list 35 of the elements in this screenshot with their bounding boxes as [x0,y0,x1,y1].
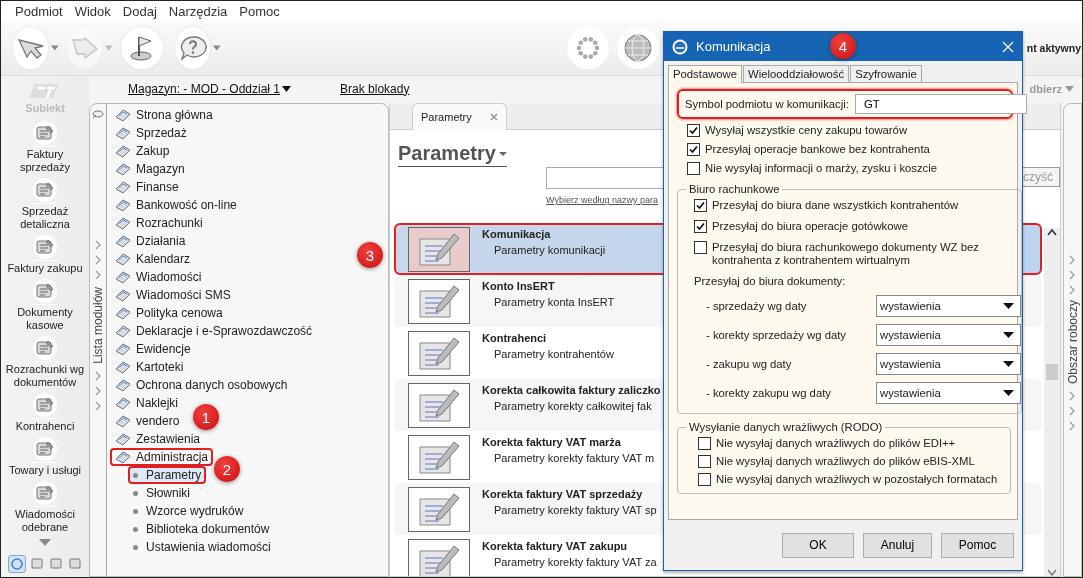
checkbox-label: Wysyłaj wszystkie ceny zakupu towarów [705,124,908,137]
item-description: Parametry korekty całkowitej fak [494,400,653,412]
dropdown-label: - korekty sprzedaży wg daty [706,329,847,341]
panel-title: Obszar roboczy [1065,300,1080,385]
checkbox-label: Przesyłaj do biura rachunkowego dokumenty WZ bez kontrahenta z kontrahentem wirtualnym [712,241,980,267]
dropdown-label: - korekty zakupu wg daty [706,387,832,399]
checkbox-label: Przesyłaj operacje bankowe bez kontrahenta [705,143,930,156]
item-title: Korekta faktury VAT zakupu [482,540,629,552]
item-title: Korekta faktury VAT marża [482,436,622,448]
item-description: Parametry konta InsERT [494,296,615,308]
checkbox-label: Nie wysyłaj danych wrażliwych w pozostałych formatach [716,473,998,486]
checkbox-label: Nie wysyłaj danych wrażliwych do plików EDI++ [716,437,956,450]
item-description: Parametry kontrahentów [494,348,614,360]
item-description: Parametry korekty faktury VAT za [494,556,657,568]
group-title: Wysyłanie danych wrażliwych (RODO) [688,421,884,433]
field-label: Symbol podmiotu w komunikacji: [685,98,849,110]
checkbox-label: Nie wysyłaj informacji o marży, zysku i koszcie [705,162,938,175]
panel-title: Lista modułów [91,287,105,364]
section-label: Przesyłaj do biura dokumenty: [694,275,847,287]
item-description: Parametry komunikacji [494,244,606,256]
item-description: Parametry korekty faktury VAT sp [494,504,657,516]
item-title: Korekta całkowita faktury zaliczko [482,384,661,396]
item-title: Kontrahenci [482,332,548,344]
checkbox-label: Przesyłaj do biura dane wszystkich kontrahentów [712,199,959,212]
item-title: Komunikacja [482,228,552,240]
item-title: Konto InsERT [482,280,556,292]
checkbox-label: Przesyłaj do biura operacje gotówkowe [712,220,908,233]
item-title: Korekta faktury VAT sprzedaży [482,488,644,500]
item-description: Parametry korekty faktury VAT m [494,452,655,464]
dropdown-label: - zakupu wg daty [706,358,793,370]
dialog-title: Komunikacja [696,39,771,54]
status-text: nt aktywny [1026,42,1081,54]
checkbox-label: Nie wysyłaj danych wrażliwych do plików eBIS-XML [716,455,975,468]
group-title: Biuro rachunkowe [688,183,781,195]
dropdown-label: - sprzedaży wg daty [706,300,808,312]
